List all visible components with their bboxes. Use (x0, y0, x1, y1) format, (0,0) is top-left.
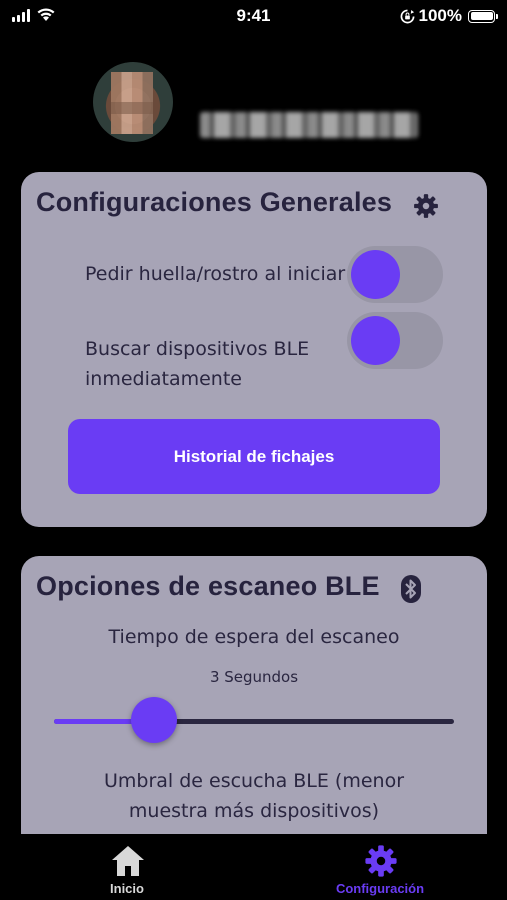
scan-wait-slider-thumb[interactable] (131, 697, 177, 743)
ble-auto-scan-label-line1: Buscar dispositivos BLE (85, 338, 310, 360)
orientation-lock-icon (400, 9, 414, 23)
tab-inicio[interactable]: Inicio (27, 834, 227, 900)
tab-configuracion-label: Configuración (335, 881, 425, 896)
general-settings-title: Configuraciones Generales (36, 187, 393, 217)
battery-icon (468, 9, 498, 23)
scan-wait-value: 3 Segundos (209, 668, 299, 686)
ble-auto-scan-label-line2: inmediatamente (85, 368, 242, 390)
threshold-label: Umbral de escucha BLE (menor muestra más… (21, 766, 487, 826)
ble-auto-scan-toggle[interactable] (347, 312, 443, 369)
tab-configuracion[interactable]: Configuración (280, 834, 480, 900)
toggle-knob (351, 250, 400, 299)
biometric-label: Pedir huella/rostro al iniciar (85, 263, 346, 285)
avatar[interactable] (93, 62, 173, 142)
general-settings-card: Configuraciones Generales Pedir huella/r… (21, 172, 487, 527)
status-right: 100% (400, 6, 498, 26)
ble-options-card: Opciones de escaneo BLE Tiempo de espera… (21, 556, 487, 846)
battery-percent: 100% (418, 6, 462, 25)
gear-icon (365, 845, 397, 877)
home-icon (112, 846, 144, 876)
toggle-knob (351, 316, 400, 365)
username-blurred (200, 112, 418, 138)
scan-wait-label: Tiempo de espera del escaneo (108, 626, 400, 648)
tab-inicio-label: Inicio (110, 881, 144, 896)
history-button[interactable]: Historial de fichajes (68, 419, 440, 494)
ble-auto-scan-label: Buscar dispositivos BLE inmediatamente (85, 334, 309, 394)
bluetooth-icon (401, 575, 421, 603)
status-bar: 9:41 100% (0, 0, 507, 32)
biometric-toggle[interactable] (347, 246, 443, 303)
threshold-label-line2: muestra más dispositivos) (128, 800, 380, 822)
ble-options-title: Opciones de escaneo BLE (36, 571, 380, 601)
gear-icon (414, 194, 438, 218)
tab-bar: Inicio Configuración (0, 834, 507, 900)
threshold-label-line1: Umbral de escucha BLE (menor (103, 770, 405, 792)
